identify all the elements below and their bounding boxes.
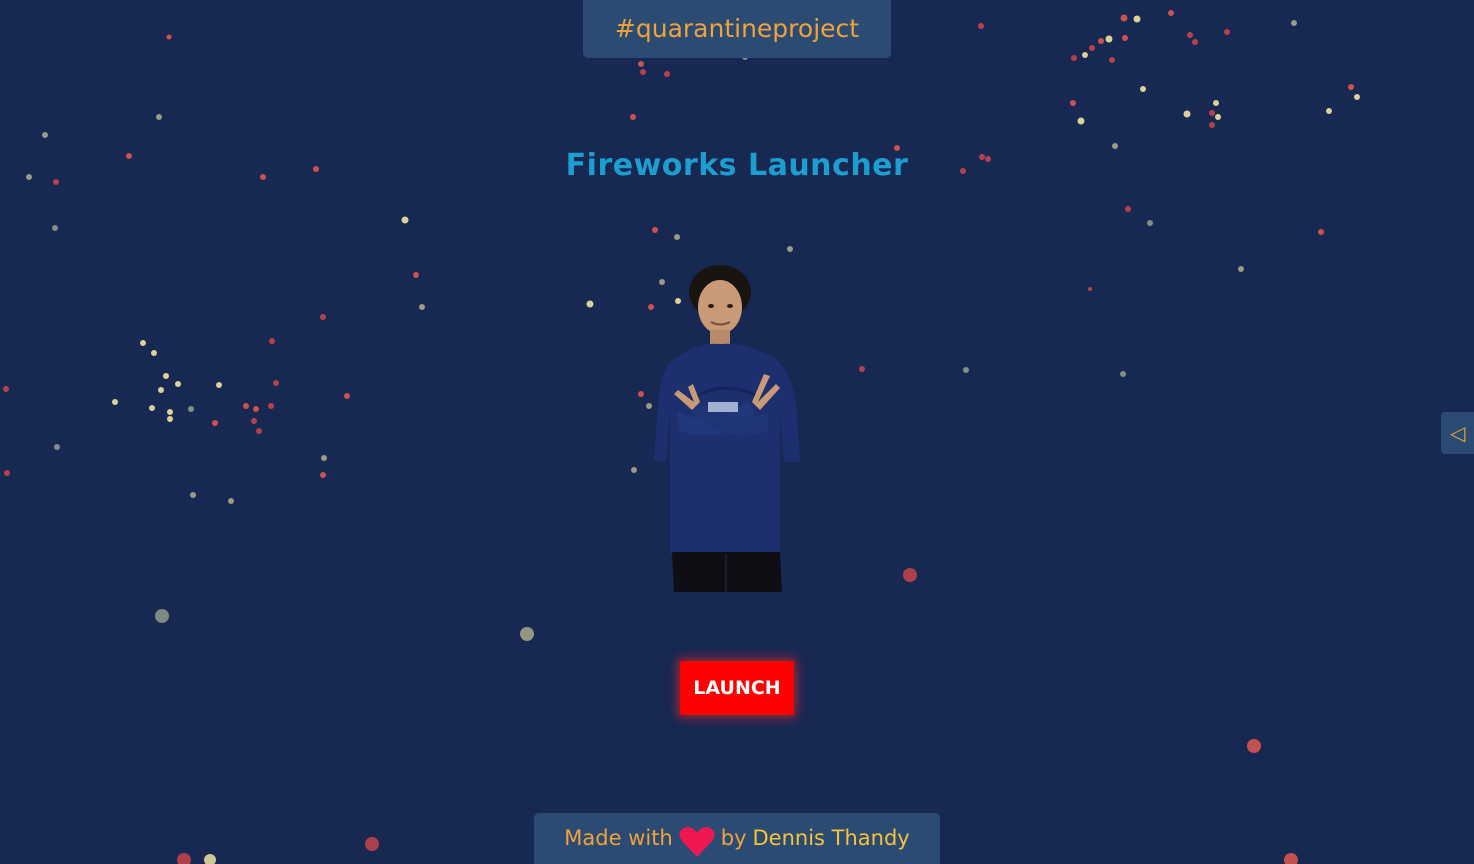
spark-particle [1209,110,1215,116]
person-photo [654,265,800,592]
spark-particle [1168,10,1174,16]
footer-by: by [720,826,747,850]
spark-particle [1183,110,1191,118]
spark-particle [1318,229,1324,235]
spark-particle [253,406,259,412]
spark-particle [216,382,222,388]
spark-particle [52,225,58,231]
spark-particle [1291,20,1297,26]
spark-particle [787,246,793,252]
spark-particle [1187,32,1193,38]
spark-particle [1098,38,1104,44]
triangle-left-icon: ◁ [1450,421,1466,445]
spark-particle [273,380,279,386]
fireworks-stage: #quarantineproject Fireworks Launcher LA… [0,0,1474,864]
spark-particle [167,416,173,422]
spark-particle [54,444,60,450]
spark-particle [630,114,636,120]
spark-particle [320,314,326,320]
spark-particle [640,69,646,75]
spark-particle [321,455,327,461]
spark-particle [3,386,9,392]
spark-particle [401,216,409,224]
spark-particle [163,373,169,379]
spark-particle [1125,206,1131,212]
spark-particle [413,272,419,278]
spark-particle [1209,122,1215,128]
spark-particle [1192,39,1198,45]
spark-particle [344,393,350,399]
spark-particle [155,609,169,623]
spark-particle [1120,14,1128,22]
spark-particle [859,366,865,372]
spark-particle [212,420,218,426]
side-panel-toggle[interactable]: ◁ [1441,412,1474,454]
spark-particle [586,300,594,308]
footer-author: Dennis Thandy [752,826,910,850]
spark-particle [175,381,181,387]
spark-particle [664,71,670,77]
spark-particle [1354,94,1360,100]
spark-particle [365,837,379,851]
spark-particle [631,467,637,473]
spark-particle [190,492,196,498]
launch-button[interactable]: LAUNCH [680,661,794,715]
spark-particle [243,403,249,409]
spark-particle [4,470,10,476]
spark-particle [1120,371,1126,377]
spark-particle [1088,287,1092,291]
spark-particle [1348,84,1354,90]
spark-particle [1082,52,1088,58]
spark-particle [638,61,644,67]
spark-particle [638,391,644,397]
spark-particle [1077,117,1085,125]
spark-particle [652,227,658,233]
spark-particle [674,234,680,240]
spark-particle [268,403,274,409]
spark-particle [1215,114,1221,120]
spark-particle [1109,57,1115,63]
spark-particle [140,340,146,346]
spark-particle [112,399,118,405]
spark-particle [1326,108,1332,114]
spark-particle [151,350,157,356]
spark-particle [149,405,155,411]
spark-particle [1238,266,1244,272]
spark-particle [978,23,984,29]
spark-particle [1133,15,1141,23]
hashtag-banner: #quarantineproject [583,0,891,58]
spark-particle [903,568,917,582]
spark-particle [256,428,262,434]
spark-particle [1284,853,1298,864]
spark-particle [1224,29,1230,35]
spark-particle [251,418,257,424]
footer-credit: Made with by Dennis Thandy [534,813,940,864]
spark-particle [419,304,425,310]
heart-icon [679,827,715,857]
footer-made-with: Made with [564,826,673,850]
spark-particle [156,114,162,120]
spark-particle [269,338,275,344]
spark-particle [228,498,234,504]
spark-particle [1213,100,1219,106]
page-title: Fireworks Launcher [565,148,909,183]
spark-particle [177,853,191,864]
spark-particle [1105,35,1113,43]
spark-particle [188,406,194,412]
spark-particle [1070,100,1076,106]
spark-particle [166,34,172,40]
spark-particle [158,387,164,393]
spark-particle [167,409,173,415]
spark-particle [1122,35,1128,41]
spark-particle [520,627,534,641]
spark-particle [1140,86,1146,92]
spark-particle [320,472,326,478]
spark-particle [963,367,969,373]
spark-particle [1071,55,1077,61]
spark-particle [1147,220,1153,226]
spark-particle [42,132,48,138]
spark-particle [1247,739,1261,753]
spark-particle [1089,45,1095,51]
spark-particle [204,854,216,864]
